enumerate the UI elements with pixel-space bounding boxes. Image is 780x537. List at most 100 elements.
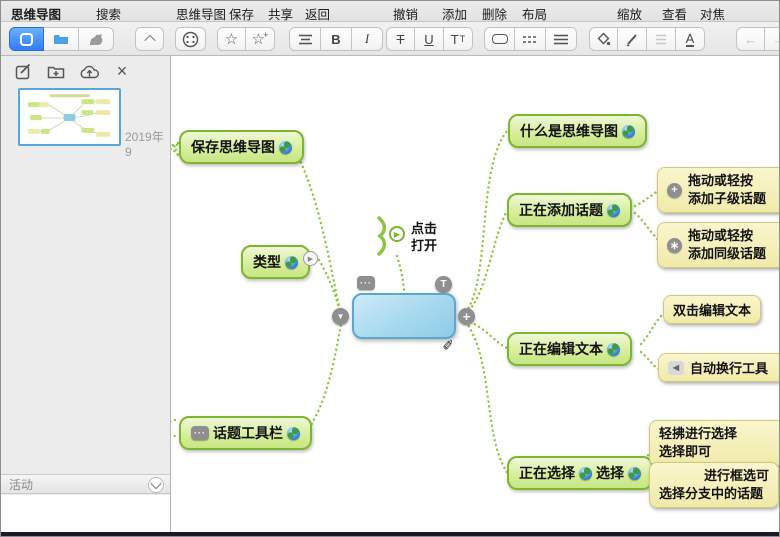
menu-bar: 思维导图 搜索 思维导图 保存 共享 返回 撤销 添加 删除 布局 缩放 查看 … <box>1 1 780 22</box>
align-button[interactable] <box>289 27 321 51</box>
central-topic-node[interactable] <box>352 293 456 339</box>
left-branch-handle[interactable]: ▼ <box>332 308 349 325</box>
close-button[interactable]: × <box>110 60 134 82</box>
menu-share[interactable]: 共享 <box>268 4 293 23</box>
folder-plus-icon <box>47 64 65 79</box>
globe-icon <box>607 343 620 356</box>
topic-adding[interactable]: 正在添加话题 <box>507 193 632 227</box>
align-center-icon <box>298 34 313 45</box>
menu-mindmap[interactable]: 思维导图 <box>176 4 226 23</box>
folder-icon <box>53 33 69 45</box>
documents-segment-button[interactable] <box>9 27 44 51</box>
menu-save[interactable]: 保存 <box>229 4 254 23</box>
rounded-rect-icon <box>492 34 508 44</box>
menu-delete[interactable]: 删除 <box>482 4 507 23</box>
font-color-button[interactable]: A <box>676 27 705 51</box>
cloud-upload-button[interactable] <box>77 60 101 82</box>
activity-panel <box>1 495 170 532</box>
globe-icon <box>628 467 641 480</box>
strikethrough-button[interactable]: T <box>386 27 415 51</box>
menu-search[interactable]: 搜索 <box>96 4 121 23</box>
globe-icon <box>287 427 300 440</box>
topic-editing-label: 正在编辑文本 <box>519 339 603 359</box>
tee-icon: T <box>440 279 446 290</box>
activity-collapse-button[interactable] <box>148 477 164 493</box>
topic-save-mindmap[interactable]: 保存思维导图 <box>179 130 304 164</box>
node-shape-button[interactable] <box>484 27 515 51</box>
back-button[interactable]: ← <box>736 27 765 51</box>
forward-button[interactable]: → <box>765 27 780 51</box>
topic-toolbar-handle[interactable]: ··· <box>357 276 375 290</box>
paragraph-button[interactable] <box>647 27 676 51</box>
globe-icon <box>279 141 292 154</box>
menu-return[interactable]: 返回 <box>305 4 330 23</box>
pencil-icon <box>625 32 640 47</box>
thumbnail-minimap <box>20 90 119 144</box>
text-handle[interactable]: T <box>435 276 452 293</box>
favorites-group: ☆ ☆ + <box>217 27 275 51</box>
collapse-toolbar-button[interactable] <box>135 27 164 51</box>
subtopic-doubleclick-edit[interactable]: 双击编辑文本 <box>663 295 761 324</box>
menu-app[interactable]: 思维导图 <box>11 4 61 23</box>
fill-color-button[interactable] <box>589 27 618 51</box>
document-thumbnail[interactable] <box>18 88 121 146</box>
topic-save-label: 保存思维导图 <box>191 137 275 157</box>
solid-lines-icon <box>553 34 569 45</box>
callout-line1: 点击 <box>411 220 437 237</box>
import-button[interactable] <box>44 60 68 82</box>
stickers-segment-button[interactable] <box>79 27 114 51</box>
folder-segment-button[interactable] <box>44 27 79 51</box>
subtopic-add-sibling[interactable]: ∗ 拖动或轻按 添加同级话题 <box>657 222 780 268</box>
globe-icon <box>607 204 620 217</box>
mindmap-canvas[interactable]: ▶ 点击 打开 ··· T ▼ + ✎ 保存思维导图 类型 ▶ <box>171 56 780 532</box>
underline-button[interactable]: U <box>415 27 444 51</box>
subtopic-select-note-b[interactable]: 进行框选可 选择分支中的话题 <box>649 462 779 508</box>
callout-play-icon[interactable]: ▶ <box>389 226 405 242</box>
more-dots-icon: ··· <box>194 428 206 438</box>
font-size-button[interactable]: T T <box>444 27 473 51</box>
menu-undo[interactable]: 撤销 <box>393 4 418 23</box>
star-button[interactable]: ☆ <box>217 27 246 51</box>
pen-button[interactable] <box>618 27 647 51</box>
thumbnail-date: 2019年9 <box>125 128 170 159</box>
menu-focus[interactable]: 对焦 <box>700 4 725 23</box>
topic-toolbar-label: 话题工具栏 <box>213 423 283 443</box>
topic-toolbar[interactable]: ··· 话题工具栏 <box>179 416 312 450</box>
menu-add[interactable]: 添加 <box>442 4 467 23</box>
topic-what-is-mindmap[interactable]: 什么是思维导图 <box>508 114 647 148</box>
add-topic-handle[interactable]: + <box>458 308 475 325</box>
menu-layout[interactable]: 布局 <box>522 4 547 23</box>
select-note-b-line1: 进行框选可 <box>659 467 769 485</box>
window-bottom-edge <box>1 532 780 537</box>
topic-type[interactable]: 类型 <box>241 245 310 279</box>
star-icon: ☆ <box>225 30 238 48</box>
bold-button[interactable]: B <box>321 27 352 51</box>
subtopic-select-note-a[interactable]: 轻拂进行选择 选择即可 <box>649 420 780 466</box>
star-add-button[interactable]: ☆ + <box>246 27 275 51</box>
subtopic-add-child-line2: 添加子级话题 <box>688 190 766 208</box>
select-note-b-line2: 选择分支中的话题 <box>659 485 769 503</box>
globe-icon <box>622 125 635 138</box>
italic-button[interactable]: I <box>352 27 383 51</box>
edit-pencil-icon[interactable]: ✎ <box>440 338 458 351</box>
subtopic-add-child[interactable]: + 拖动或轻按 添加子级话题 <box>657 167 780 213</box>
sidebar-mode-segment <box>9 27 114 51</box>
new-document-button[interactable] <box>11 60 35 82</box>
topic-what-label: 什么是思维导图 <box>520 121 618 141</box>
solid-stroke-button[interactable] <box>546 27 577 51</box>
subtopic-autowrap-label: 自动换行工具 <box>690 358 768 377</box>
down-arrow-icon: ▼ <box>337 312 345 321</box>
more-dots-chip: ··· <box>191 426 209 440</box>
menu-zoom[interactable]: 缩放 <box>617 4 642 23</box>
dashed-stroke-button[interactable] <box>515 27 546 51</box>
subtopic-autowrap[interactable]: ◀ 自动换行工具 <box>658 353 780 382</box>
topic-editing[interactable]: 正在编辑文本 <box>507 332 632 366</box>
topic-selecting-label: 正在选择 <box>519 463 575 483</box>
style-palette-button[interactable] <box>175 27 206 51</box>
font-color-a: A <box>686 32 695 47</box>
menu-view[interactable]: 查看 <box>662 4 687 23</box>
topic-selecting[interactable]: 正在选择 选择 <box>507 456 653 490</box>
collapse-badge[interactable]: ▶ <box>303 251 318 266</box>
close-icon: × <box>117 64 128 78</box>
subtopic-add-sibling-line2: 添加同级话题 <box>688 245 766 263</box>
